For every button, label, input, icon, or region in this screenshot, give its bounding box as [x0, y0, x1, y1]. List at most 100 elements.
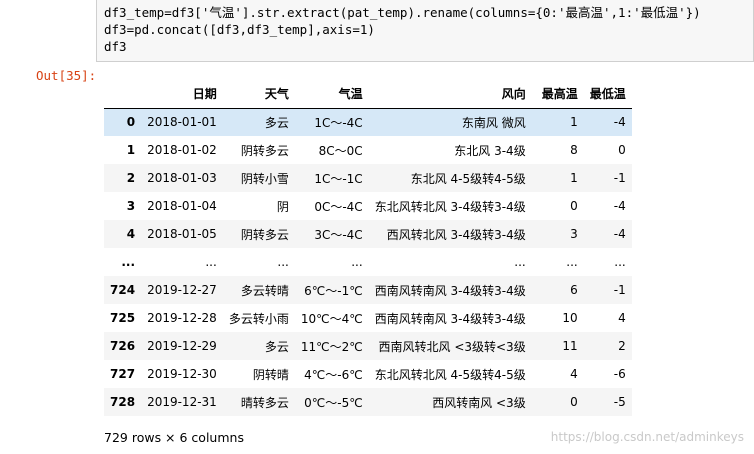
header-date: 日期: [141, 80, 223, 109]
table-cell: 2018-01-02: [147, 143, 217, 157]
table-cell: ...: [614, 255, 626, 269]
header-min-temp: 最低温: [583, 80, 632, 109]
table-cell: 多云转晴: [240, 283, 289, 298]
watermark: https://blog.csdn.net/adminkeys: [550, 430, 744, 444]
table-cell: 多云转小雨: [228, 311, 289, 326]
row-index: 725: [110, 311, 136, 325]
table-cell: 西南风转北风 <3级转<3级: [378, 339, 526, 354]
table-row: 1 2018-01-02 阴转多云 8C～0C 东北风 3-4级 8 0: [104, 136, 632, 164]
table-cell: 2019-12-28: [147, 311, 217, 325]
row-index: 728: [110, 395, 136, 409]
table-cell: 4: [618, 311, 626, 325]
table-cell: -4: [613, 227, 626, 241]
row-index: 726: [110, 339, 136, 353]
table-row: .....................: [104, 248, 632, 276]
table-cell: ...: [277, 255, 289, 269]
table-cell: 2: [618, 339, 626, 353]
table-cell: 阴转晴: [252, 367, 289, 382]
header-temperature: 气温: [294, 80, 369, 109]
table-cell: 晴转多云: [240, 395, 289, 410]
code-line: df3_temp=df3['气温'].str.extract(pat_temp)…: [104, 5, 701, 20]
row-index: 1: [126, 143, 136, 157]
table-cell: 阴转小雪: [240, 171, 289, 186]
row-index: 3: [126, 199, 136, 213]
table-header-row: 日期 天气 气温 风向 最高温 最低温: [104, 80, 632, 109]
table-cell: 2019-12-31: [147, 395, 217, 409]
header-weather: 天气: [222, 80, 295, 109]
table-cell: 多云: [264, 115, 289, 130]
table-cell: 6℃～-1℃: [304, 283, 363, 298]
table-cell: ...: [514, 255, 526, 269]
table-cell: 10: [562, 311, 578, 325]
table-row: 0 2018-01-01 多云 1C～-4C 东南风 微风 1 -4: [104, 108, 632, 136]
table-cell: 11℃～2℃: [300, 339, 363, 354]
header-index: [104, 80, 142, 109]
table-cell: ...: [351, 255, 363, 269]
table-cell: 西南风转南风 3-4级转3-4级: [374, 283, 526, 298]
table-row: 727 2019-12-30 阴转晴 4℃～-6℃ 东北风转北风 4-5级转4-5级 4 -…: [104, 360, 632, 388]
table-cell: 西南风转南风 3-4级转3-4级: [374, 311, 526, 326]
row-index: 4: [126, 227, 136, 241]
table-cell: 东北风转北风 3-4级转3-4级: [374, 199, 526, 214]
table-cell: 东南风 微风: [461, 115, 526, 130]
table-cell: -1: [613, 283, 626, 297]
table-cell: 2018-01-01: [147, 115, 217, 130]
table-cell: 0: [618, 143, 626, 157]
table-cell: 6: [570, 283, 578, 297]
table-cell: 0: [570, 199, 578, 213]
table-cell: 11: [562, 339, 578, 353]
row-index: 727: [110, 367, 136, 381]
table-cell: 西风转北风 3-4级转3-4级: [386, 227, 526, 242]
table-cell: ...: [205, 255, 217, 269]
row-index: 724: [110, 283, 136, 297]
table-cell: 1: [570, 171, 578, 185]
header-max-temp: 最高温: [531, 80, 584, 109]
table-cell: -4: [613, 199, 626, 213]
table-cell: 东北风 4-5级转4-5级: [410, 171, 526, 186]
table-cell: 东北风转北风 4-5级转4-5级: [374, 367, 526, 382]
table-cell: -6: [613, 367, 626, 381]
table-cell: -1: [613, 171, 626, 185]
table-cell: 2019-12-27: [147, 283, 217, 297]
table-cell: 1C～-1C: [314, 171, 363, 186]
table-cell: 阴: [276, 199, 289, 214]
table-row: 725 2019-12-28 多云转小雨 10℃～4℃ 西南风转南风 3-4级转3-4级…: [104, 304, 632, 332]
table-row: 2 2018-01-03 阴转小雪 1C～-1C 东北风 4-5级转4-5级 1 -1: [104, 164, 632, 192]
table-row: 726 2019-12-29 多云 11℃～2℃ 西南风转北风 <3级转<3级 11 2: [104, 332, 632, 360]
table-cell: 0℃～-5℃: [304, 395, 363, 410]
dataframe-table: 日期 天气 气温 风向 最高温 最低温 0 2018-01-01 多云 1C～-4C 东…: [104, 80, 632, 416]
code-line: df3: [104, 39, 127, 54]
row-index: ...: [121, 255, 136, 269]
table-cell: 8C～0C: [318, 143, 363, 158]
table-cell: 2019-12-29: [147, 339, 217, 353]
table-cell: 1C～-4C: [314, 115, 363, 130]
table-cell: 2019-12-30: [147, 367, 217, 381]
table-row: 3 2018-01-04 阴 0C～-4C 东北风转北风 3-4级转3-4级 0 -4: [104, 192, 632, 220]
table-cell: 0: [570, 395, 578, 409]
table-cell: -4: [613, 115, 626, 130]
table-row: 4 2018-01-05 阴转多云 3C～-4C 西风转北风 3-4级转3-4级 3 -4: [104, 220, 632, 248]
table-cell: 1: [570, 115, 578, 130]
table-row: 728 2019-12-31 晴转多云 0℃～-5℃ 西风转南风 <3级 0 -5: [104, 388, 632, 416]
table-cell: 4: [570, 367, 578, 381]
code-line: df3=pd.concat([df3,df3_temp],axis=1): [104, 22, 375, 37]
table-cell: ...: [566, 255, 578, 269]
table-cell: 10℃～4℃: [300, 311, 363, 326]
table-cell: 西风转南风 <3级: [432, 395, 526, 410]
table-cell: 2018-01-04: [147, 199, 217, 213]
table-cell: 阴转多云: [240, 227, 289, 242]
table-cell: 3: [570, 227, 578, 241]
table-cell: 2018-01-03: [147, 171, 217, 185]
table-cell: 2018-01-05: [147, 227, 217, 241]
code-cell[interactable]: df3_temp=df3['气温'].str.extract(pat_temp)…: [96, 0, 754, 62]
table-cell: 4℃～-6℃: [304, 367, 363, 382]
row-index: 2: [126, 171, 136, 185]
table-cell: 8: [570, 143, 578, 157]
row-index: 0: [126, 115, 136, 130]
table-summary: 729 rows × 6 columns: [104, 430, 244, 445]
table-row: 724 2019-12-27 多云转晴 6℃～-1℃ 西南风转南风 3-4级转3-4级 6…: [104, 276, 632, 304]
output-prompt: Out[35]:: [36, 68, 97, 83]
header-wind-direction: 风向: [368, 80, 532, 109]
table-cell: 3C～-4C: [314, 227, 363, 242]
table-cell: -5: [613, 395, 626, 409]
